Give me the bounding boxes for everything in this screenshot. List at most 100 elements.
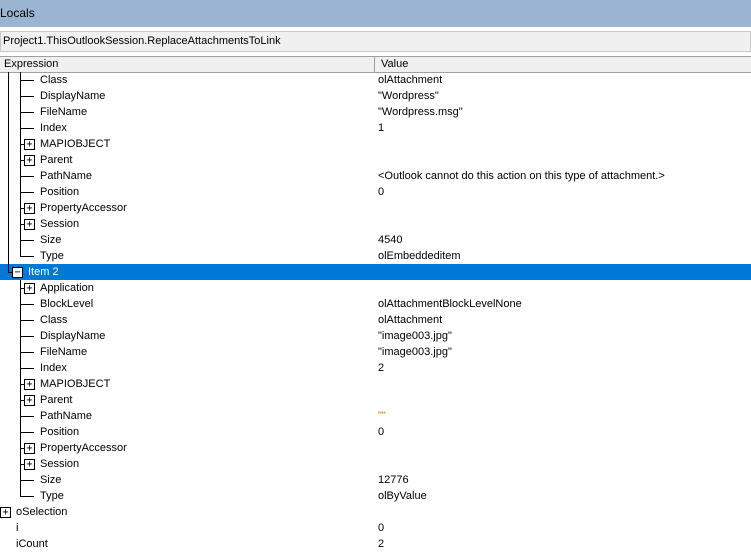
value-label: 0: [378, 522, 385, 534]
expand-plus-icon[interactable]: +: [24, 219, 35, 230]
value-label: 4540: [378, 234, 403, 246]
value-label: 12776: [378, 474, 409, 486]
expand-plus-icon[interactable]: +: [24, 395, 35, 406]
tree-branch-line: [20, 336, 34, 337]
collapse-minus-icon[interactable]: −: [12, 267, 23, 278]
expression-label: FileName: [40, 106, 88, 118]
tree-branch-line: [20, 256, 34, 257]
tree-row[interactable]: + Session: [0, 456, 751, 472]
tree-branch-line: [20, 352, 34, 353]
tree-branch-line: [20, 432, 34, 433]
tree-guide-line: [8, 184, 9, 200]
tree-branch-line: [20, 320, 34, 321]
tree-guide-line: [20, 248, 21, 256]
tree-branch-line: [20, 128, 34, 129]
expand-plus-icon[interactable]: +: [24, 155, 35, 166]
tree-row[interactable]: + oSelection: [0, 504, 751, 520]
tree-guide-line: [8, 168, 9, 184]
expand-plus-icon[interactable]: +: [24, 139, 35, 150]
value-label: olByValue: [378, 490, 427, 502]
tree-row[interactable]: Size 12776: [0, 472, 751, 488]
column-header: Expression Value: [0, 56, 751, 73]
expression-label: Type: [40, 490, 64, 502]
value-header-label: Value: [381, 58, 409, 70]
value-label: <Outlook cannot do this action on this t…: [378, 170, 665, 182]
expression-label: PropertyAccessor: [40, 202, 127, 214]
expand-plus-icon[interactable]: +: [24, 283, 35, 294]
expression-label: PathName: [40, 410, 92, 422]
tree-guide-line: [8, 152, 9, 168]
tree-branch-line: [20, 96, 34, 97]
expression-label: Parent: [40, 394, 73, 406]
tree-row[interactable]: + Session: [0, 216, 751, 232]
tree-row[interactable]: + MAPIOBJECT: [0, 376, 751, 392]
context-text: Project1.ThisOutlookSession.ReplaceAttac…: [3, 35, 281, 47]
tree-guide-line: [8, 120, 9, 136]
expression-label: Class: [40, 74, 68, 86]
tree-row[interactable]: + Parent: [0, 152, 751, 168]
value-label: olAttachment: [378, 314, 443, 326]
tree-row[interactable]: + MAPIOBJECT: [0, 136, 751, 152]
tree-row[interactable]: i0: [0, 520, 751, 536]
context-field[interactable]: Project1.ThisOutlookSession.ReplaceAttac…: [0, 31, 751, 52]
tree-row[interactable]: + Parent: [0, 392, 751, 408]
tree-row[interactable]: Index 2: [0, 360, 751, 376]
tree-row[interactable]: + PropertyAccessor: [0, 440, 751, 456]
locals-tree[interactable]: Class olAttachment DisplayName "Wordpress" F…: [0, 72, 751, 552]
tree-branch-line: [20, 112, 34, 113]
value-label: "Wordpress": [378, 90, 439, 102]
tree-guide-line: [8, 72, 9, 88]
value-label: 0: [378, 426, 385, 438]
expression-label: Index: [40, 362, 67, 374]
tree-row[interactable]: Position 0: [0, 184, 751, 200]
tree-guide-line: [8, 264, 9, 272]
tree-row[interactable]: Type olEmbeddeditem: [0, 248, 751, 264]
tree-branch-line: [20, 192, 34, 193]
expand-plus-icon[interactable]: +: [24, 203, 35, 214]
tree-row[interactable]: PathName "": [0, 408, 751, 424]
tree-branch-line: [20, 496, 34, 497]
tree-row[interactable]: PathName <Outlook cannot do this action o…: [0, 168, 751, 184]
tree-row[interactable]: + Application: [0, 280, 751, 296]
expression-label: DisplayName: [40, 90, 106, 102]
expression-label: MAPIOBJECT: [40, 378, 111, 390]
tree-branch-line: [20, 240, 34, 241]
tree-guide-line: [8, 136, 9, 152]
value-label: olAttachment: [378, 74, 443, 86]
tree-guide-line: [8, 232, 9, 248]
expand-plus-icon[interactable]: +: [24, 459, 35, 470]
tree-row[interactable]: Class olAttachment: [0, 312, 751, 328]
tree-row[interactable]: − Item 2: [0, 264, 751, 280]
tree-branch-line: [20, 80, 34, 81]
tree-guide-line: [8, 104, 9, 120]
tree-row[interactable]: iCount 2: [0, 536, 751, 552]
tree-row[interactable]: BlockLevel olAttachmentBlockLevelNone: [0, 296, 751, 312]
expand-plus-icon[interactable]: +: [0, 507, 11, 518]
expression-label: Item 2: [28, 266, 59, 278]
expression-label: Type: [40, 250, 64, 262]
tree-row[interactable]: DisplayName "image003.jpg": [0, 328, 751, 344]
expression-header-label: Expression: [4, 58, 59, 70]
tree-row[interactable]: FileName "Wordpress.msg": [0, 104, 751, 120]
expression-label: DisplayName: [40, 330, 106, 342]
tree-row[interactable]: Class olAttachment: [0, 72, 751, 88]
tree-row[interactable]: DisplayName "Wordpress": [0, 88, 751, 104]
tree-branch-line: [20, 368, 34, 369]
expand-plus-icon[interactable]: +: [24, 443, 35, 454]
tree-row[interactable]: Position 0: [0, 424, 751, 440]
tree-row[interactable]: Index 1: [0, 120, 751, 136]
value-label: olEmbeddeditem: [378, 250, 461, 262]
tree-row[interactable]: FileName "image003.jpg": [0, 344, 751, 360]
expression-label: PathName: [40, 170, 92, 182]
tree-row[interactable]: + PropertyAccessor: [0, 200, 751, 216]
expression-label: Position: [40, 426, 80, 438]
expression-label: iCount: [16, 538, 48, 550]
tree-row[interactable]: Size 4540: [0, 232, 751, 248]
expression-label: PropertyAccessor: [40, 442, 127, 454]
tree-row[interactable]: Type olByValue: [0, 488, 751, 504]
value-label: "Wordpress.msg": [378, 106, 463, 118]
expression-column-header[interactable]: Expression: [0, 57, 375, 72]
value-label: 2: [378, 362, 385, 374]
tree-branch-line: [20, 416, 34, 417]
expand-plus-icon[interactable]: +: [24, 379, 35, 390]
